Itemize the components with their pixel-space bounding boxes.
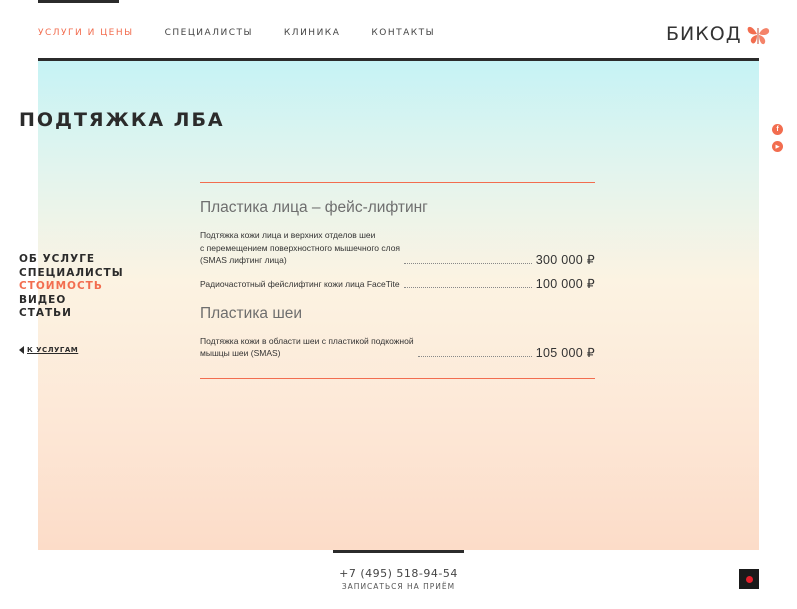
page-title: ПОДТЯЖКА ЛБА	[19, 109, 225, 131]
price-list-bottom-rule	[200, 377, 595, 379]
top-accent-bar	[38, 0, 119, 3]
service-price: 100 000 ₽	[535, 276, 595, 291]
price-row: Подтяжка кожи в области шеи с пластикой …	[200, 335, 595, 360]
nav-item-clinic[interactable]: КЛИНИКА	[284, 28, 340, 38]
leader-dots	[417, 355, 532, 357]
service-name: Подтяжка кожи в области шеи с пластикой …	[200, 335, 414, 359]
service-name: Радиочастотный фейслифтинг кожи лица Fac…	[200, 279, 400, 289]
social-links: f ▶	[772, 124, 783, 158]
nav-item-services[interactable]: УСЛУГИ И ЦЕНЫ	[38, 28, 134, 38]
main-nav: УСЛУГИ И ЦЕНЫ СПЕЦИАЛИСТЫ КЛИНИКА КОНТАК…	[38, 28, 466, 38]
price-list-top-rule	[200, 182, 595, 183]
sidenav-item-price[interactable]: СТОИМОСТЬ	[19, 280, 124, 294]
sidenav-item-video[interactable]: ВИДЕО	[19, 294, 124, 308]
footer-phone[interactable]: +7 (495) 518-94-54	[0, 567, 797, 580]
logo[interactable]: БИКОД	[666, 20, 772, 48]
leader-dots	[403, 286, 532, 288]
record-dot-icon	[745, 575, 753, 583]
facebook-icon[interactable]: f	[772, 124, 783, 135]
price-list: Пластика лица – фейс-лифтинг Подтяжка ко…	[200, 182, 595, 379]
nav-item-specialists[interactable]: СПЕЦИАЛИСТЫ	[165, 28, 253, 38]
service-name: Подтяжка кожи лица и верхних отделов шеи…	[200, 230, 401, 265]
arrow-left-icon	[19, 346, 24, 354]
service-price: 105 000 ₽	[535, 345, 595, 360]
back-to-services-link[interactable]: К УСЛУГАМ	[19, 346, 78, 354]
sidenav-item-about[interactable]: ОБ УСЛУГЕ	[19, 253, 124, 267]
leader-dots	[404, 262, 532, 264]
youtube-icon[interactable]: ▶	[772, 141, 783, 152]
back-link-label: К УСЛУГАМ	[27, 346, 79, 354]
footer-accent-bar	[333, 550, 464, 553]
price-row: Подтяжка кожи лица и верхних отделов шеи…	[200, 229, 595, 267]
price-row: Радиочастотный фейслифтинг кожи лица Fac…	[200, 276, 595, 291]
logo-text: БИКОД	[666, 23, 742, 45]
record-button[interactable]	[739, 569, 759, 589]
service-price: 300 000 ₽	[535, 252, 595, 267]
section-title: Пластика шеи	[200, 304, 303, 322]
book-appointment-link[interactable]: ЗАПИСАТЬСЯ НА ПРИЁМ	[0, 582, 797, 591]
section-title: Пластика лица – фейс-лифтинг	[200, 199, 428, 216]
nav-item-contacts[interactable]: КОНТАКТЫ	[371, 28, 435, 38]
butterfly-icon	[747, 26, 769, 45]
sidenav-item-specialists[interactable]: СПЕЦИАЛИСТЫ	[19, 267, 124, 281]
section-nav: ОБ УСЛУГЕ СПЕЦИАЛИСТЫ СТОИМОСТЬ ВИДЕО СТ…	[19, 253, 124, 321]
sidenav-item-articles[interactable]: СТАТЬИ	[19, 307, 124, 321]
